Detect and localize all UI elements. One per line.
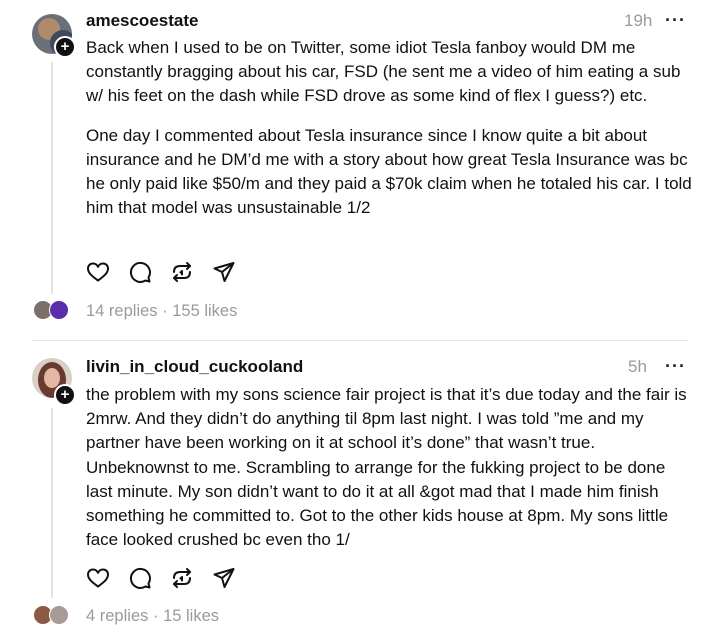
post-text: Back when I used to be on Twitter, some … [86,36,696,220]
post-stats: 4 replies · 15 likes [86,607,219,626]
heart-icon[interactable] [86,566,110,590]
post-paragraph: One day I commented about Tesla insuranc… [86,125,692,218]
replies-count[interactable]: 14 replies [86,302,158,320]
more-icon[interactable]: ··· [665,356,686,377]
timestamp: 5h [628,357,647,376]
likes-count[interactable]: 155 likes [172,302,237,320]
post-text: the problem with my sons science fair pr… [86,383,696,552]
reply-avatars [33,300,73,322]
action-bar [86,566,236,592]
likes-count[interactable]: 15 likes [163,607,219,625]
comment-icon[interactable] [128,566,152,590]
separator: · [152,607,159,625]
avatar [49,605,69,625]
thread-line [51,408,53,598]
comment-icon[interactable] [128,260,152,284]
repost-icon[interactable] [170,260,194,284]
username[interactable]: amescoestate [86,11,198,31]
avatar [49,300,69,320]
heart-icon[interactable] [86,260,110,284]
separator: · [162,302,168,320]
follow-plus-icon[interactable]: + [54,36,76,58]
post-paragraph: the problem with my sons science fair pr… [86,385,687,550]
action-bar [86,260,236,286]
share-icon[interactable] [212,260,236,284]
timestamp: 19h [624,11,653,30]
divider [32,340,688,341]
reply-avatars [33,605,73,627]
post-stats: 14 replies · 155 likes [86,302,237,321]
more-icon[interactable]: ··· [665,10,686,31]
repost-icon[interactable] [170,566,194,590]
username[interactable]: livin_in_cloud_cuckooland [86,357,303,377]
share-icon[interactable] [212,566,236,590]
post-paragraph: Back when I used to be on Twitter, some … [86,38,681,106]
thread-line [51,62,53,294]
follow-plus-icon[interactable]: + [54,384,76,406]
replies-count[interactable]: 4 replies [86,607,148,625]
